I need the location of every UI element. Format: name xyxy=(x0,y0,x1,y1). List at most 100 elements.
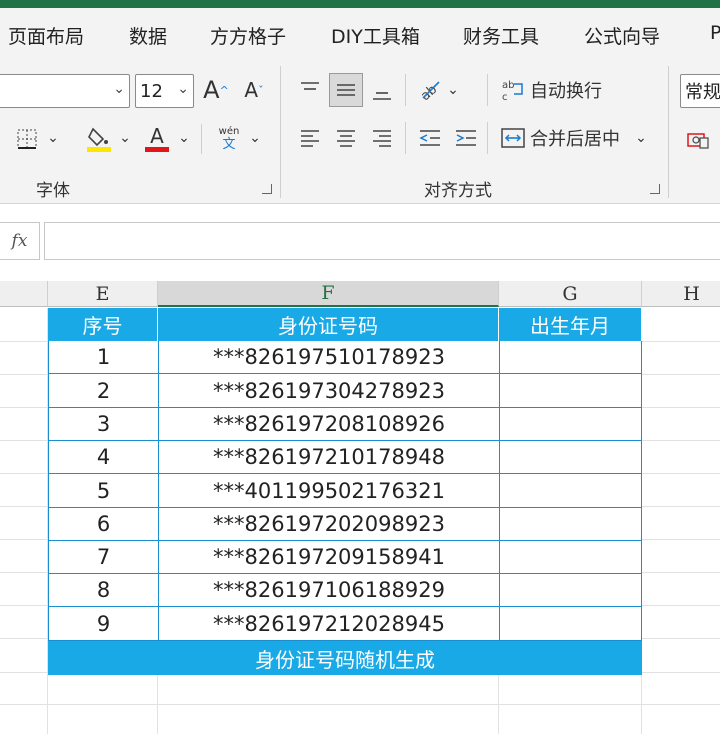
merge-center-button[interactable]: 合并后居中 xyxy=(500,123,630,153)
number-format-combobox[interactable]: 常规 xyxy=(680,74,720,108)
cell-birth-date[interactable] xyxy=(499,541,642,574)
phonetic-guide-button[interactable]: wén 文 xyxy=(214,122,244,154)
cell-id-number[interactable]: ***826197510178923 xyxy=(158,341,499,374)
chevron-down-icon[interactable]: ⌄ xyxy=(634,128,648,148)
wrap-text-button[interactable]: ab c 自动换行 xyxy=(500,75,616,105)
table-header-index[interactable]: 序号 xyxy=(48,308,158,341)
align-right-icon xyxy=(373,130,391,147)
cell-birth-date[interactable] xyxy=(499,408,642,441)
decrease-indent-icon xyxy=(419,130,440,146)
ribbon: ⌄ 12 ⌄ A^ Aˇ ⌄ ⌄ A ⌄ wén 文 ⌄ 字体 ab ⌄ xyxy=(0,58,720,204)
cell-id-number[interactable]: ***401199502176321 xyxy=(158,474,499,508)
cell-birth-date[interactable] xyxy=(499,441,642,474)
insert-function-button[interactable]: fx xyxy=(0,222,40,260)
tab-diy-toolbox[interactable]: DIY工具箱 xyxy=(331,22,420,49)
chevron-down-icon[interactable]: ⌄ xyxy=(177,128,191,148)
align-middle-icon xyxy=(337,84,355,96)
tab-fangfang-gezi[interactable]: 方方格子 xyxy=(210,22,286,49)
cell-birth-date[interactable] xyxy=(499,607,642,641)
column-header-e[interactable]: E xyxy=(48,281,158,307)
align-middle-button[interactable] xyxy=(329,73,363,107)
align-bottom-button[interactable] xyxy=(368,78,396,106)
group-divider xyxy=(668,66,669,198)
tab-finance-tools[interactable]: 财务工具 xyxy=(463,22,539,49)
font-size-combobox[interactable]: 12 ⌄ xyxy=(135,74,194,108)
accounting-format-button[interactable] xyxy=(684,126,712,154)
ribbon-tabs: 页面布局 数据 方方格子 DIY工具箱 财务工具 公式向导 P xyxy=(0,8,720,58)
formula-input[interactable] xyxy=(44,222,720,260)
font-color-button[interactable]: A xyxy=(144,122,170,154)
font-dialog-launcher-icon[interactable] xyxy=(262,184,272,194)
tab-page-layout[interactable]: 页面布局 xyxy=(8,22,84,49)
cell-id-number[interactable]: ***826197209158941 xyxy=(158,541,499,574)
cell-birth-date[interactable] xyxy=(499,508,642,541)
cell-index[interactable]: 2 xyxy=(48,374,158,408)
divider xyxy=(405,74,406,106)
shrink-font-button[interactable]: Aˇ xyxy=(241,74,267,106)
divider xyxy=(487,74,488,106)
accounting-format-icon xyxy=(687,133,709,149)
table-header-birth[interactable]: 出生年月 xyxy=(499,308,642,341)
cell-id-number[interactable]: ***826197210178948 xyxy=(158,441,499,474)
cell-index[interactable]: 5 xyxy=(48,474,158,508)
align-left-icon xyxy=(301,130,319,147)
chevron-down-icon[interactable]: ⌄ xyxy=(46,128,60,148)
decrease-indent-button[interactable] xyxy=(416,124,444,152)
cell-index[interactable]: 1 xyxy=(48,341,158,374)
divider xyxy=(201,124,202,154)
align-bottom-icon xyxy=(373,92,391,100)
cell-index[interactable]: 4 xyxy=(48,441,158,474)
chevron-down-icon[interactable]: ⌄ xyxy=(113,81,125,97)
cell-id-number[interactable]: ***826197304278923 xyxy=(158,374,499,408)
wrap-text-label: 自动换行 xyxy=(530,81,602,102)
cell-index[interactable]: 8 xyxy=(48,574,158,607)
align-center-icon xyxy=(337,130,355,147)
alignment-dialog-launcher-icon[interactable] xyxy=(650,184,660,194)
increase-indent-button[interactable] xyxy=(452,124,480,152)
font-name-combobox[interactable]: ⌄ xyxy=(0,74,130,108)
tab-more[interactable]: P xyxy=(710,22,720,44)
borders-button[interactable] xyxy=(14,126,40,152)
cell-index[interactable]: 6 xyxy=(48,508,158,541)
svg-text:c: c xyxy=(502,92,508,102)
cell-id-number[interactable]: ***826197212028945 xyxy=(158,607,499,641)
divider xyxy=(405,122,406,154)
wrap-text-icon: abc xyxy=(502,80,523,102)
chevron-down-icon[interactable]: ⌄ xyxy=(446,80,460,100)
chevron-down-icon[interactable]: ⌄ xyxy=(248,128,262,148)
grow-font-button[interactable]: A ^ xyxy=(203,74,229,106)
tab-data[interactable]: 数据 xyxy=(129,22,167,49)
fill-color-button[interactable] xyxy=(86,124,112,154)
align-right-button[interactable] xyxy=(368,124,396,152)
paint-bucket-icon xyxy=(87,127,111,152)
group-divider xyxy=(280,66,281,198)
column-header-g[interactable]: G xyxy=(499,281,642,307)
cell-birth-date[interactable] xyxy=(499,574,642,607)
column-header-partial[interactable] xyxy=(0,281,48,307)
cell-birth-date[interactable] xyxy=(499,341,642,374)
cell-index[interactable]: 7 xyxy=(48,541,158,574)
table-footer-note[interactable]: 身份证号码随机生成 xyxy=(48,641,642,675)
tab-formula-wizard[interactable]: 公式向导 xyxy=(584,22,660,49)
cell-birth-date[interactable] xyxy=(499,374,642,408)
chevron-down-icon[interactable]: ⌄ xyxy=(177,81,189,97)
alignment-group-label: 对齐方式 xyxy=(424,181,492,201)
cell-id-number[interactable]: ***826197202098923 xyxy=(158,508,499,541)
align-center-button[interactable] xyxy=(332,124,360,152)
align-left-button[interactable] xyxy=(296,124,324,152)
worksheet-grid[interactable]: 序号 身份证号码 出生年月 1 ***826197510178923 2 ***826… xyxy=(0,308,720,734)
orientation-button[interactable]: ab xyxy=(414,74,446,106)
merge-center-label: 合并后居中 xyxy=(530,129,620,150)
cell-index[interactable]: 9 xyxy=(48,607,158,641)
cell-id-number[interactable]: ***826197208108926 xyxy=(158,408,499,441)
cell-birth-date[interactable] xyxy=(499,474,642,508)
align-top-button[interactable] xyxy=(296,76,324,104)
number-format-value: 常规 xyxy=(685,82,720,103)
cell-id-number[interactable]: ***826197106188929 xyxy=(158,574,499,607)
chevron-down-icon[interactable]: ⌄ xyxy=(118,128,132,148)
column-header-f[interactable]: F xyxy=(158,281,499,307)
borders-icon xyxy=(17,129,37,149)
table-header-id[interactable]: 身份证号码 xyxy=(158,308,499,341)
cell-index[interactable]: 3 xyxy=(48,408,158,441)
column-header-h[interactable]: H xyxy=(642,281,720,307)
